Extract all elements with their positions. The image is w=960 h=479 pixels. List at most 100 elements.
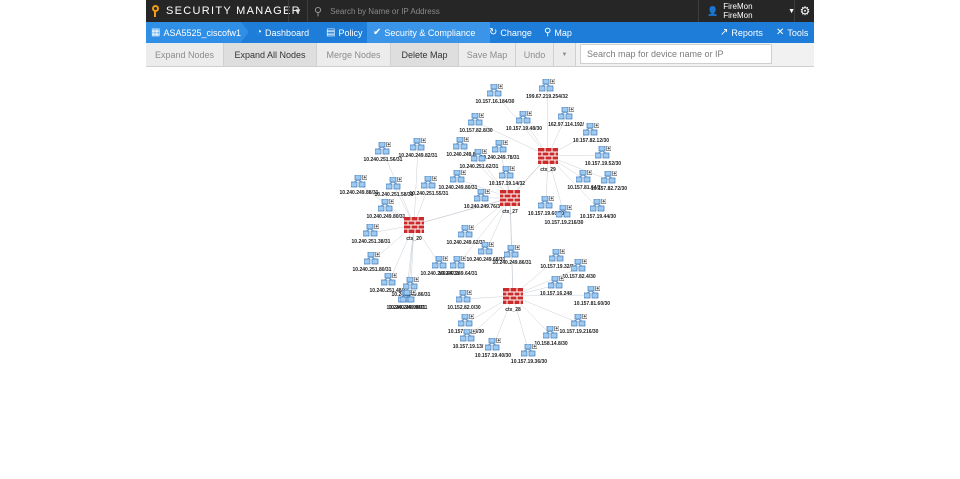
network-node-icon — [351, 175, 367, 188]
network-node-icon — [386, 177, 402, 190]
network-node-label: 10.157.19.13/ — [453, 344, 484, 350]
network-node-icon — [558, 107, 574, 120]
expand-nodes-button[interactable]: Expand Nodes — [146, 43, 224, 66]
firewall-node[interactable]: ctx_20 — [404, 217, 424, 242]
network-node[interactable]: 10.157.81.60/30 — [574, 286, 610, 307]
network-node[interactable]: 10.152.82.0/30 — [447, 290, 481, 311]
network-node-icon — [595, 146, 611, 159]
tools-icon: ✕ — [776, 27, 785, 38]
network-node-icon — [364, 252, 380, 265]
settings-button[interactable]: ⚙ — [794, 0, 814, 22]
delete-map-button[interactable]: Delete Map — [391, 43, 459, 66]
nav-tools[interactable]: ✕ Tools — [776, 22, 808, 43]
network-node-icon — [521, 344, 537, 357]
network-node[interactable]: 10.157.19.32/3 — [540, 249, 574, 270]
network-node[interactable]: 10.157.19.48/30 — [506, 111, 542, 132]
network-node[interactable]: 10.157.19.216/30 — [560, 314, 599, 335]
app-logo[interactable]: SECURITY MANAGER — [152, 0, 301, 22]
network-node[interactable]: 10.240.249.88/31 — [340, 175, 379, 196]
network-node-icon — [468, 113, 484, 126]
left-gutter — [0, 0, 146, 479]
nav-change[interactable]: ↻ Change — [489, 22, 532, 43]
caret-down-icon: ▼ — [294, 6, 302, 16]
network-node[interactable]: 10.240.249.76/3 — [464, 189, 500, 210]
map-toolbar: Expand Nodes Expand All Nodes Merge Node… — [146, 43, 814, 67]
network-node-icon — [485, 338, 501, 351]
network-node-label: 10.240.249.62/31 — [447, 240, 486, 246]
network-node-icon — [584, 286, 600, 299]
network-node-icon — [453, 137, 469, 150]
save-map-button[interactable]: Save Map — [459, 43, 516, 66]
network-node-label: 10.157.19.32/3 — [540, 264, 574, 270]
network-node-icon — [516, 111, 532, 124]
network-node-label: 10.240.251.62/31 — [460, 164, 499, 170]
network-map[interactable]: 10.240.251.56/31 10.240.249.82/31 10.240.2… — [146, 67, 814, 479]
network-node[interactable]: 162.97.114.192/ — [548, 107, 585, 128]
network-map-canvas[interactable]: 10.240.251.56/3110.240.249.82/31 10.240.2… — [146, 67, 814, 479]
network-node-icon — [432, 256, 448, 269]
network-node[interactable]: 10.157.82.8/30 — [459, 113, 493, 134]
network-node[interactable]: 10.157.19.52/30 — [585, 146, 621, 167]
network-node-label: 10.158.14.8/30 — [534, 341, 568, 347]
network-node[interactable]: 10.240.251.80/31 — [353, 252, 392, 273]
firewall-icon — [503, 288, 523, 304]
network-node[interactable]: 10.240.249.8 — [446, 137, 476, 158]
network-node[interactable]: 10.240.251.38/31 — [352, 224, 391, 245]
network-node[interactable]: 10.157.19.36/30 — [511, 344, 547, 365]
expand-all-nodes-button[interactable]: Expand All Nodes — [224, 43, 317, 66]
network-node-label: 10.157.19.14/32 — [489, 181, 525, 187]
undo-button[interactable]: Undo — [516, 43, 554, 66]
app-title: SECURITY MANAGER — [166, 5, 301, 17]
global-search-input[interactable] — [330, 6, 661, 16]
network-node[interactable]: 199.67.219.254/32 — [526, 79, 568, 100]
network-node[interactable]: 10.240.249.80/31 — [439, 170, 478, 191]
network-node[interactable]: 10.157.82.72/30 — [591, 171, 627, 192]
undo-dropdown-button[interactable]: ▼ — [554, 43, 576, 66]
user-menu-button[interactable]: 👤 FireMon FireMon ▼ — [698, 0, 795, 22]
network-node[interactable]: 10.240.249.62/31 — [447, 225, 486, 246]
network-node-label: 10.157.81.60/30 — [574, 301, 610, 307]
firewall-label: ctx_28 — [505, 307, 521, 313]
network-node[interactable]: 10.240.249.86/31 — [493, 245, 532, 266]
network-node-label: 10.157.16.248 — [540, 291, 572, 297]
global-search: ⚲ — [308, 0, 698, 22]
app-menu-caret-button[interactable]: ▼ — [288, 0, 308, 22]
nav-reports[interactable]: ↗ Reports — [720, 22, 763, 43]
firewall-node[interactable]: ctx_27 — [500, 190, 520, 215]
network-node-label: 10.157.82.12/30 — [573, 138, 609, 144]
device-breadcrumb[interactable]: ▦ ASA5525_ciscofw1 — [146, 22, 249, 43]
network-node[interactable]: 10.240.251.58/31 — [375, 177, 414, 198]
nav-policy[interactable]: ▤ Policy — [326, 22, 362, 43]
network-node-icon — [583, 123, 599, 136]
network-node-label: 10.240.249.64/31 — [439, 271, 478, 277]
network-node-icon — [543, 326, 559, 339]
nav-security-compliance[interactable]: ✔ Security & Compliance — [367, 22, 490, 43]
user-icon: 👤 — [707, 5, 719, 16]
nav-change-label: Change — [500, 27, 532, 38]
network-node-icon — [363, 224, 379, 237]
dashboard-icon: ◔ — [256, 27, 263, 38]
network-node[interactable]: 10.240.249.80/31 — [367, 199, 406, 220]
network-node[interactable]: 10.240.251.56/31 — [364, 142, 403, 163]
nav-map-label: Map — [554, 27, 572, 38]
nav-map[interactable]: ⚲ Map — [544, 22, 572, 43]
line-chart-icon: ↗ — [720, 27, 729, 38]
network-node[interactable]: 10.157.19.44/30 — [580, 199, 616, 220]
nav-reports-label: Reports — [731, 27, 763, 38]
network-node-label: 10.240.249.80/31 — [367, 214, 406, 220]
magnifier-logo-icon — [152, 5, 162, 17]
firewall-node[interactable]: ctx_28 — [503, 288, 523, 313]
right-gutter — [814, 0, 960, 479]
network-node-icon — [410, 138, 426, 151]
search-icon: ⚲ — [314, 5, 323, 18]
network-node-icon — [458, 225, 474, 238]
nav-dashboard[interactable]: ◔ Dashboard — [256, 22, 309, 43]
firewall-node[interactable]: ctx_29 — [538, 148, 558, 173]
map-search-input[interactable] — [580, 44, 772, 64]
merge-nodes-button[interactable]: Merge Nodes — [317, 43, 391, 66]
network-node[interactable]: 10.240.249.82/31 — [399, 138, 438, 159]
refresh-icon: ↻ — [489, 27, 498, 38]
network-node-label: 10.157.19.36/30 — [511, 359, 547, 365]
network-node[interactable]: 10.157.16.184/30 — [476, 84, 515, 105]
network-node-label: 10.157.19.52/30 — [585, 161, 621, 167]
